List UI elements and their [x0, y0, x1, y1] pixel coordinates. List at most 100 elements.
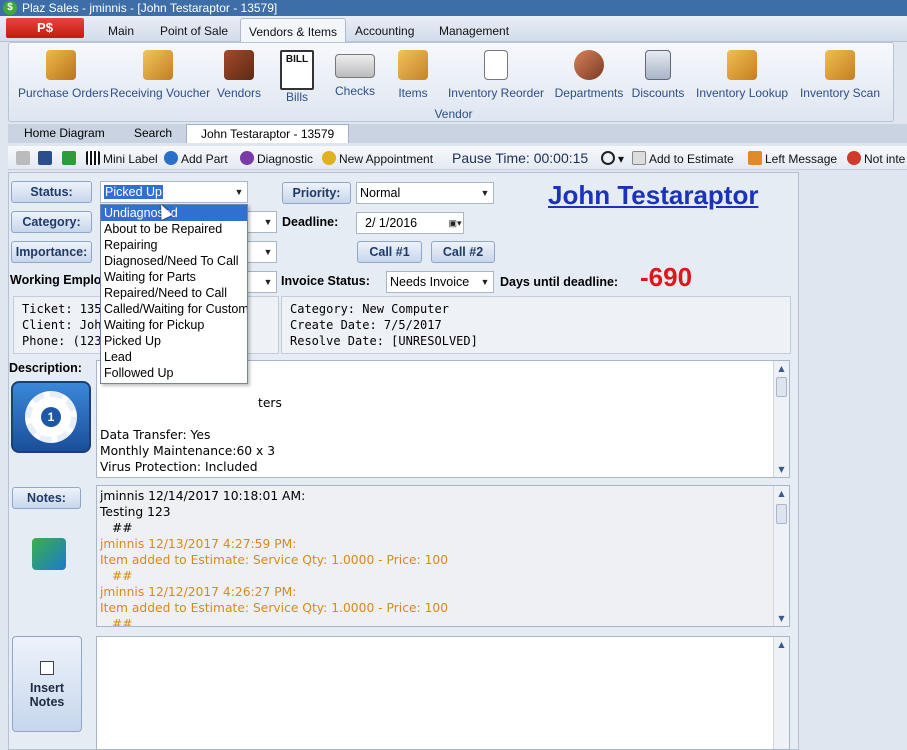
items-button[interactable]: Items	[392, 50, 434, 106]
note-header: jminnis 12/14/2017 10:18:01 AM:	[100, 489, 306, 503]
description-line: Monthly Maintenance:60 x 3	[100, 444, 276, 458]
note-add-icon	[40, 661, 54, 675]
inventory-reorder-button[interactable]: Inventory Reorder	[444, 50, 548, 106]
menu-tab-point-of-sale[interactable]: Point of Sale	[152, 18, 236, 42]
description-scrollbar[interactable]: ▲ ▼	[773, 361, 789, 477]
status-option[interactable]: Repairing	[101, 237, 247, 253]
deadline-date-picker[interactable]: 2/ 1/2016 ▣▾	[356, 212, 464, 234]
service-gear-icon[interactable]: 1	[11, 381, 91, 453]
status-option[interactable]: Diagnosed/Need To Call	[101, 253, 247, 269]
checks-icon	[335, 54, 375, 78]
status-option[interactable]: Waiting for Parts	[101, 269, 247, 285]
calculator-icon	[645, 50, 671, 80]
star-icon	[322, 151, 336, 165]
print-icon[interactable]	[16, 150, 33, 168]
purchase-orders-icon	[46, 50, 76, 80]
discounts-button[interactable]: Discounts	[630, 50, 686, 106]
tab-search[interactable]: Search	[120, 124, 186, 143]
not-interested-button[interactable]: Not inte	[847, 150, 905, 168]
bills-button[interactable]: BILL Bills	[274, 50, 320, 106]
new-appointment-button[interactable]: New Appointment	[322, 150, 433, 168]
chevron-down-icon: ▼	[263, 277, 273, 287]
notes-scrollbar[interactable]: ▲ ▼	[773, 486, 789, 626]
new-note-scrollbar[interactable]: ▲	[773, 637, 789, 749]
menu-tab-accounting[interactable]: Accounting	[347, 18, 422, 42]
clock-dropdown[interactable]: ▾	[601, 150, 624, 168]
call-2-button[interactable]: Call #2	[431, 241, 495, 263]
chevron-down-icon: ▼	[263, 247, 273, 257]
inventory-scan-button[interactable]: Inventory Scan	[798, 50, 882, 106]
customer-name-link[interactable]: John Testaraptor	[548, 180, 758, 211]
note-mark: ##	[112, 569, 133, 583]
status-button[interactable]: Status:	[11, 181, 92, 203]
status-dropdown-list[interactable]: Undiagnosed About to be Repaired Repairing…	[100, 204, 248, 384]
mini-label-button[interactable]: Mini Label	[86, 150, 158, 168]
days-until-deadline-label: Days until deadline:	[500, 275, 619, 289]
tab-home-diagram[interactable]: Home Diagram	[10, 124, 119, 143]
inventory-lookup-icon	[727, 50, 757, 80]
notes-log[interactable]: jminnis 12/14/2017 10:18:01 AM: Testing 1…	[96, 485, 790, 627]
clock-icon	[601, 151, 615, 165]
checks-button[interactable]: Checks	[330, 50, 380, 106]
status-option[interactable]: Called/Waiting for Customer	[101, 301, 247, 317]
status-option[interactable]: Waiting for Pickup	[101, 317, 247, 333]
invoice-status-select[interactable]: Needs Invoice ▼	[386, 271, 494, 293]
chevron-down-icon: ▼	[263, 217, 273, 227]
departments-button[interactable]: Departments	[554, 50, 624, 106]
barcode-icon	[86, 151, 100, 165]
status-option[interactable]: Repaired/Need to Call	[101, 285, 247, 301]
notes-entries: jminnis 12/14/2017 10:18:01 AM: Testing 1…	[100, 488, 786, 626]
status-option[interactable]: About to be Repaired	[101, 221, 247, 237]
refresh-icon[interactable]	[62, 150, 79, 168]
status-select[interactable]: Picked Up ▼	[100, 181, 248, 203]
app-logo-button[interactable]: P$	[6, 18, 84, 38]
add-part-button[interactable]: Add Part	[164, 150, 228, 168]
new-note-textarea[interactable]: ▲	[96, 636, 790, 750]
purchase-orders-button[interactable]: Purchase Orders	[18, 50, 109, 106]
note-mark: ##	[112, 521, 133, 535]
left-message-button[interactable]: Left Message	[748, 150, 837, 168]
status-option[interactable]: Lead	[101, 349, 247, 365]
departments-icon	[574, 50, 604, 80]
estimate-icon	[632, 151, 646, 165]
status-option[interactable]: Picked Up	[101, 333, 247, 349]
ticket-details-panel: Category: New Computer Create Date: 7/5/…	[281, 296, 791, 354]
inventory-scan-icon	[825, 50, 855, 80]
tab-ticket[interactable]: John Testaraptor - 13579	[186, 124, 350, 143]
description-line: Virus Protection: Included	[100, 460, 258, 474]
priority-button[interactable]: Priority:	[282, 182, 351, 204]
category-button[interactable]: Category:	[11, 211, 92, 233]
call-1-button[interactable]: Call #1	[357, 241, 422, 263]
message-icon	[748, 151, 762, 165]
notes-button[interactable]: Notes:	[12, 487, 81, 509]
receiving-voucher-button[interactable]: Receiving Voucher	[110, 50, 210, 106]
items-icon	[398, 50, 428, 80]
gear-icon	[164, 151, 178, 165]
title-bar: $ Plaz Sales - jminnis - [John Testarapt…	[0, 0, 907, 16]
gear-badge: 1	[41, 407, 61, 427]
ticket-category: Category: New Computer	[290, 302, 449, 316]
working-employee-label: Working Emplo	[10, 273, 102, 287]
insert-notes-button[interactable]: Insert Notes	[12, 636, 82, 732]
priority-select[interactable]: Normal ▼	[356, 182, 494, 204]
menu-tab-vendors-items[interactable]: Vendors & Items	[240, 18, 347, 42]
importance-button[interactable]: Importance:	[11, 241, 92, 263]
menu-tab-main[interactable]: Main	[100, 18, 142, 42]
save-icon[interactable]	[38, 150, 55, 168]
note-header: jminnis 12/12/2017 4:26:27 PM:	[100, 585, 297, 599]
deadline-label: Deadline:	[282, 215, 339, 229]
add-to-estimate-button[interactable]: Add to Estimate	[632, 150, 734, 168]
inventory-reorder-icon	[484, 50, 508, 80]
menu-tab-management[interactable]: Management	[431, 18, 517, 42]
swap-arrows-icon[interactable]	[32, 538, 66, 570]
inventory-lookup-button[interactable]: Inventory Lookup	[696, 50, 788, 106]
days-until-deadline-value: -690	[640, 262, 693, 292]
receiving-voucher-icon	[143, 50, 173, 80]
status-option[interactable]: Followed Up	[101, 365, 247, 381]
status-option[interactable]: Undiagnosed	[101, 205, 247, 221]
note-body: Item added to Estimate: Service Qty: 1.0…	[100, 553, 449, 567]
diagnostic-button[interactable]: Diagnostic	[240, 150, 313, 168]
diagnostic-icon	[240, 151, 254, 165]
vendors-button[interactable]: Vendors	[214, 50, 264, 106]
description-line: Backup:	[100, 475, 786, 477]
